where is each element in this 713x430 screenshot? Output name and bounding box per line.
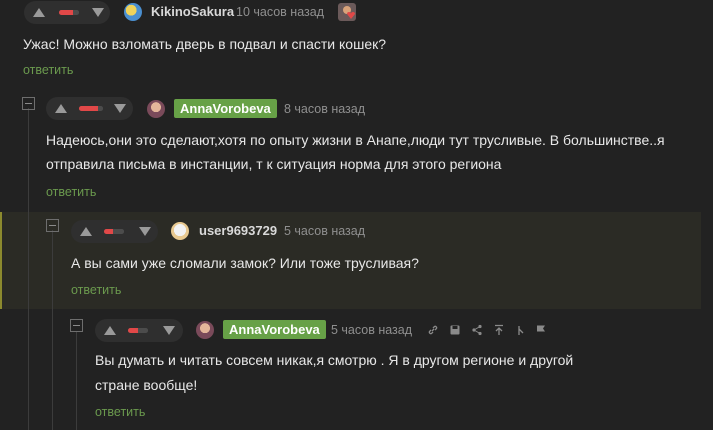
thread-line <box>28 108 29 430</box>
rating-bar <box>104 229 124 234</box>
thread-line <box>52 230 53 430</box>
collapse-icon[interactable] <box>70 319 83 332</box>
rating-control <box>24 1 110 24</box>
branch-icon[interactable] <box>514 324 526 336</box>
rating-bar <box>128 328 148 333</box>
comment-text-line: Надеюсь,они это сделают,хотя по опыту жи… <box>46 132 665 148</box>
thread-line <box>76 332 77 430</box>
author-badge[interactable]: AnnaVorobeva <box>174 99 277 118</box>
avatar[interactable] <box>171 222 189 240</box>
reply-link[interactable]: ответить <box>95 404 145 420</box>
avatar[interactable] <box>124 3 142 21</box>
rating-bar <box>59 10 79 15</box>
downvote-button[interactable] <box>114 104 126 113</box>
comment-text: Ужас! Можно взломать дверь в подвал и сп… <box>23 36 387 52</box>
comment-time[interactable]: 8 часов назад <box>284 100 365 118</box>
avatar[interactable] <box>147 100 165 118</box>
upvote-button[interactable] <box>80 227 92 236</box>
reply-link[interactable]: ответить <box>71 282 121 298</box>
username[interactable]: KikinoSakura <box>151 3 234 21</box>
comment-time[interactable]: 5 часов назад <box>331 321 412 339</box>
comment-text-line: отправила письма в инстанции, т к ситуац… <box>46 156 502 172</box>
username[interactable]: user9693729 <box>199 222 277 240</box>
comment-text: А вы сами уже сломали замок? Или тоже тр… <box>71 255 419 271</box>
comment-text-line: Вы думать и читать совсем никак,я смотрю… <box>95 352 574 368</box>
link-icon[interactable] <box>427 324 439 336</box>
downvote-button[interactable] <box>163 326 175 335</box>
share-icon[interactable] <box>471 324 483 336</box>
collapse-icon[interactable] <box>46 219 59 232</box>
rating-bar <box>79 106 103 111</box>
flag-icon[interactable] <box>535 324 547 336</box>
scroll-top-icon[interactable] <box>493 324 505 336</box>
rating-control <box>71 220 158 243</box>
downvote-button[interactable] <box>92 8 104 17</box>
rating-control <box>95 319 183 342</box>
user-avatar-icon[interactable] <box>338 3 356 21</box>
comment-time[interactable]: 10 часов назад <box>236 3 324 21</box>
upvote-button[interactable] <box>33 8 45 17</box>
upvote-button[interactable] <box>55 104 67 113</box>
downvote-button[interactable] <box>139 227 151 236</box>
comment-time[interactable]: 5 часов назад <box>284 222 365 240</box>
upvote-button[interactable] <box>104 326 116 335</box>
comment-text-line: стране вообще! <box>95 377 198 393</box>
save-icon[interactable] <box>449 324 461 336</box>
author-badge[interactable]: AnnaVorobeva <box>223 320 326 339</box>
collapse-icon[interactable] <box>22 97 35 110</box>
rating-control <box>46 97 133 120</box>
reply-link[interactable]: ответить <box>23 62 73 78</box>
reply-link[interactable]: ответить <box>46 184 96 200</box>
avatar[interactable] <box>196 321 214 339</box>
